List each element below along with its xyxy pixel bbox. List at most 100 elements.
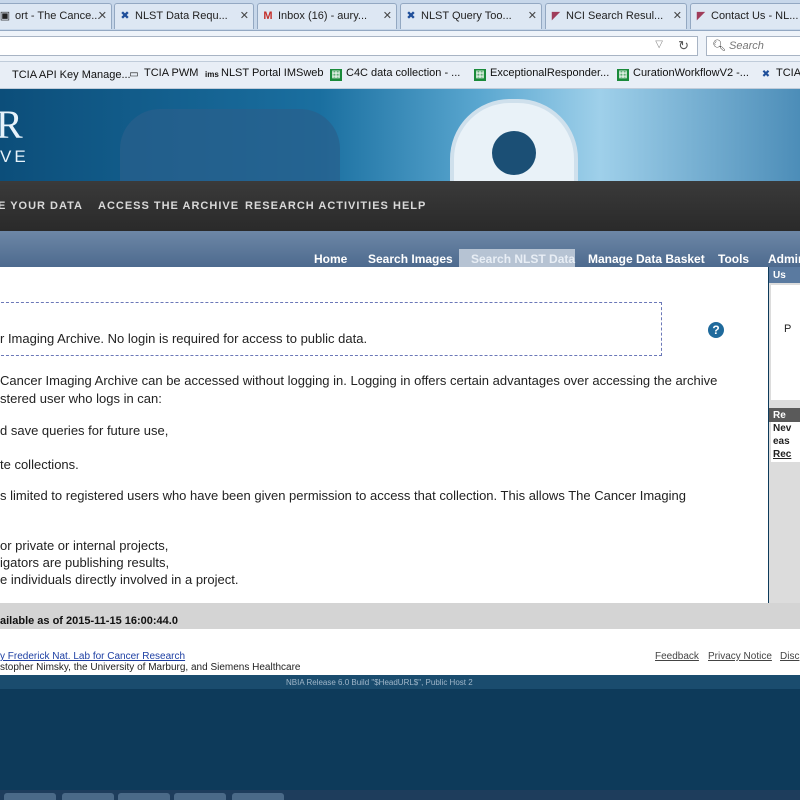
site-banner: R VE xyxy=(0,89,800,181)
nav-access-the-archive[interactable]: ACCESS THE ARCHIVE xyxy=(98,200,239,212)
sheet-icon: ▦ xyxy=(474,69,486,81)
tab-label: NCI Search Resul... xyxy=(566,10,664,22)
bookmark-label: TCIA PWM xyxy=(144,67,199,79)
recent-header: Re xyxy=(769,408,800,422)
help-icon[interactable]: ? xyxy=(708,322,724,338)
tab-label: ort - The Cance... xyxy=(15,10,101,22)
banner-photo xyxy=(120,109,340,181)
main-navigation: E YOUR DATA ACCESS THE ARCHIVE RESEARCH … xyxy=(0,181,800,231)
browser-tab-nlst-data[interactable]: ✖ NLST Data Requ... ✕ xyxy=(114,3,254,29)
user-box-label: P xyxy=(784,323,792,335)
nav-research-activities[interactable]: RESEARCH ACTIVITIES xyxy=(245,200,389,212)
browser-tab-bar: ▣ ort - The Cance... ✕ ✖ NLST Data Requ.… xyxy=(0,0,800,31)
footer-disclaimer-link[interactable]: Disc xyxy=(780,651,799,662)
bookmark-label: NLST Portal IMSweb xyxy=(221,67,324,79)
tcia-x-icon: ✖ xyxy=(761,69,771,80)
sheet-icon: ▦ xyxy=(617,69,629,81)
browser-tab-nlst-query[interactable]: ✖ NLST Query Too... ✕ xyxy=(400,3,542,29)
tab-label: NLST Query Too... xyxy=(421,10,512,22)
user-box-header: Us xyxy=(769,267,800,283)
browser-toolbar: ▽ ↻ 🔍︎ Search xyxy=(0,31,800,62)
benefit-item: te collections. xyxy=(0,457,79,472)
main-content: r Imaging Archive. No login is required … xyxy=(0,267,768,603)
nlst-icon: ✖ xyxy=(120,10,130,22)
access-paragraph: s limited to registered users who have b… xyxy=(0,488,686,503)
close-icon[interactable]: ✕ xyxy=(98,4,107,28)
right-sidebar: Us P Re Nev eas Rec xyxy=(769,267,800,603)
footer-feedback-link[interactable]: Feedback xyxy=(655,651,699,662)
taskbar-button[interactable] xyxy=(62,793,114,800)
ims-icon: ims xyxy=(205,70,219,79)
benefit-item: d save queries for future use, xyxy=(0,423,169,438)
reason-item: e individuals directly involved in a pro… xyxy=(0,572,239,587)
recent-title: Re xyxy=(773,410,786,421)
release-status-bar: NBIA Release 6.0 Build "$HeadURL$", Publ… xyxy=(0,675,800,689)
taskbar-button[interactable] xyxy=(232,793,284,800)
intro-line-1: Cancer Imaging Archive can be accessed w… xyxy=(0,373,718,388)
search-icon: 🔍︎ xyxy=(712,40,726,52)
user-box-title: Us xyxy=(773,270,786,281)
tab-tools[interactable]: Tools xyxy=(718,252,749,266)
tab-manage-data-basket[interactable]: Manage Data Basket xyxy=(588,252,705,266)
app-tab-strip: Home Search Images Search NLST Data Mana… xyxy=(0,231,800,267)
close-icon[interactable]: ✕ xyxy=(383,4,392,28)
data-available-text: ailable as of 2015-11-15 16:00:44.0 xyxy=(0,615,178,627)
tab-admin[interactable]: Admin xyxy=(768,252,800,266)
nci-icon: ◤ xyxy=(551,10,561,22)
bookmark-curation[interactable]: ▦ CurationWorkflowV2 -... xyxy=(617,67,749,81)
tab-label: Inbox (16) - aury... xyxy=(278,10,368,22)
taskbar-button[interactable] xyxy=(174,793,226,800)
tab-search-nlst-data[interactable]: Search NLST Data xyxy=(471,252,575,266)
search-input[interactable]: 🔍︎ Search xyxy=(706,36,800,56)
sheet-icon: ▦ xyxy=(330,69,342,81)
tab-search-images[interactable]: Search Images xyxy=(368,252,453,266)
browser-tab-contact[interactable]: ◤ Contact Us - NL... xyxy=(690,3,800,29)
reload-icon[interactable]: ↻ xyxy=(678,38,689,54)
browser-tab-nci-search[interactable]: ◤ NCI Search Resul... ✕ xyxy=(545,3,687,29)
recent-link[interactable]: Rec xyxy=(773,449,791,460)
tab-label: Contact Us - NL... xyxy=(711,10,799,22)
reason-item: igators are publishing results, xyxy=(0,555,170,570)
footer-credit: stopher Nimsky, the University of Marbur… xyxy=(0,662,301,673)
bookmark-label: CurationWorkflowV2 -... xyxy=(633,67,749,79)
bookmark-tcia-api-key[interactable]: TCIA API Key Manage... xyxy=(0,67,131,81)
search-placeholder: Search xyxy=(729,40,764,52)
banner-scanner-image xyxy=(450,99,578,181)
browser-tab-cancer[interactable]: ▣ ort - The Cance... ✕ xyxy=(0,3,112,29)
intro-line-2: stered user who logs in can: xyxy=(0,391,162,406)
close-icon[interactable]: ✕ xyxy=(528,4,537,28)
recent-body: Nev eas Rec xyxy=(771,422,800,462)
dropdown-arrow-icon[interactable]: ▽ xyxy=(655,39,663,50)
tcia-icon: ▭ xyxy=(129,69,139,80)
browser-tab-inbox[interactable]: M Inbox (16) - aury... ✕ xyxy=(257,3,397,29)
footer-privacy-link[interactable]: Privacy Notice xyxy=(708,651,772,662)
nav-help[interactable]: HELP xyxy=(393,200,426,212)
taskbar-button[interactable] xyxy=(118,793,170,800)
bookmark-label: TCIA API Key Manage... xyxy=(12,69,131,81)
footer-frederick-link[interactable]: y Frederick Nat. Lab for Cancer Research xyxy=(0,651,185,662)
page-icon: ▣ xyxy=(0,10,11,22)
bookmark-label: ExceptionalResponder... xyxy=(490,67,610,79)
bookmark-tcia-pwm[interactable]: ▭ TCIA PWM xyxy=(128,67,198,81)
bookmark-tcia[interactable]: ✖ TCIA xyxy=(760,67,800,81)
nci-icon: ◤ xyxy=(696,10,706,22)
site-logo[interactable]: R xyxy=(0,101,23,148)
nav-submit-your-data[interactable]: E YOUR DATA xyxy=(0,200,83,212)
notice-box xyxy=(0,302,662,356)
data-available-bar: ailable as of 2015-11-15 16:00:44.0 xyxy=(0,603,800,629)
bookmark-label: C4C data collection - ... xyxy=(346,67,461,79)
bookmark-nlst-portal[interactable]: ims NLST Portal IMSweb xyxy=(205,67,324,81)
reason-item: or private or internal projects, xyxy=(0,538,169,553)
bookmark-exceptional[interactable]: ▦ ExceptionalResponder... xyxy=(474,67,609,81)
recent-line: eas xyxy=(773,436,790,447)
page-footer: y Frederick Nat. Lab for Cancer Research… xyxy=(0,629,800,675)
site-logo-subtitle: VE xyxy=(0,147,29,166)
url-field[interactable]: ▽ ↻ xyxy=(0,36,698,56)
nlst-tool-icon: ✖ xyxy=(406,10,416,22)
tab-home[interactable]: Home xyxy=(314,252,347,266)
page-icon xyxy=(0,67,8,79)
bookmark-c4c[interactable]: ▦ C4C data collection - ... xyxy=(330,67,460,81)
close-icon[interactable]: ✕ xyxy=(673,4,682,28)
taskbar-button[interactable] xyxy=(4,793,56,800)
close-icon[interactable]: ✕ xyxy=(240,4,249,28)
